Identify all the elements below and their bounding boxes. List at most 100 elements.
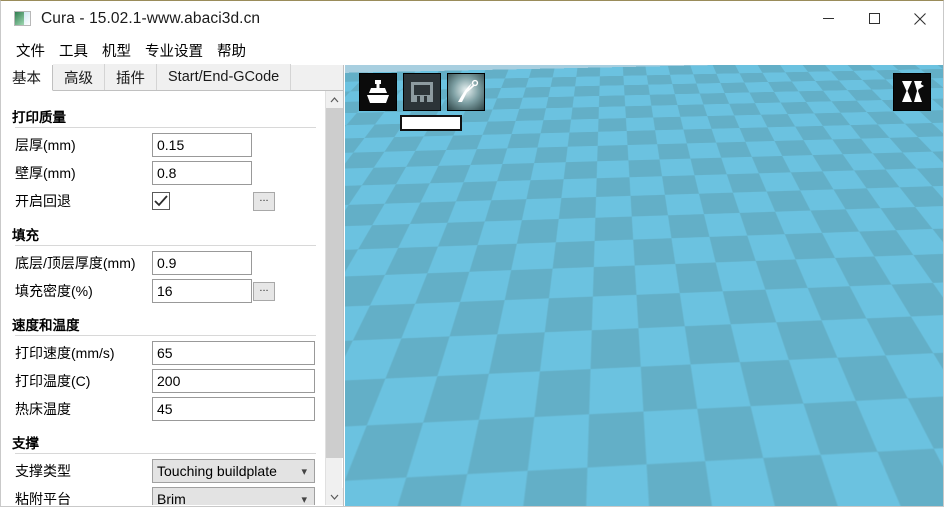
group-rule	[15, 127, 316, 128]
print-speed-input[interactable]: 65	[152, 341, 315, 365]
tab-start-end-gcode[interactable]: Start/End-GCode	[157, 64, 292, 90]
setting-label-bed-temperature: 热床温度	[15, 401, 71, 417]
setting-row-platform-adhesion: 粘附平台 Brim ▾	[1, 485, 326, 505]
setting-row-print-temperature: 打印温度(C) 200	[1, 367, 326, 395]
setting-control: 45	[152, 397, 315, 421]
setting-control: 16	[152, 279, 252, 303]
setting-row-enable-retraction: 开启回退 ...	[1, 187, 326, 215]
group-title-print-quality: 打印质量	[12, 110, 66, 125]
tab-start-end-gcode-label: Start/End-GCode	[168, 69, 280, 85]
maximize-icon	[868, 13, 880, 24]
shell-thickness-input[interactable]: 0.8	[152, 161, 252, 185]
tab-basic[interactable]: 基本	[1, 65, 53, 91]
checkmark-icon	[154, 195, 168, 207]
close-button[interactable]	[897, 1, 943, 36]
chevron-up-icon	[330, 96, 339, 102]
setting-row-layer-height: 层厚(mm) 0.15	[1, 131, 326, 159]
setting-control: 200	[152, 369, 315, 393]
settings-tabstrip: 基本 高级 插件 Start/End-GCode	[1, 64, 343, 91]
window-controls	[805, 1, 943, 36]
setting-label-enable-retraction: 开启回退	[15, 193, 71, 209]
tab-advanced-label: 高级	[64, 70, 93, 87]
setting-control: 65	[152, 341, 315, 365]
setting-label-layer-height: 层厚(mm)	[15, 137, 76, 153]
3d-model-figure[interactable]	[527, 103, 747, 353]
cura-main-window: Cura - 15.02.1-www.abaci3d.cn 文件 工具 机型 专…	[0, 0, 944, 507]
bottom-top-thickness-input[interactable]: 0.9	[152, 251, 252, 275]
viewport-toolbar	[359, 73, 485, 111]
share-model-button[interactable]	[447, 73, 485, 111]
settings-panel: 基本 高级 插件 Start/End-GCode 打印质量 层厚(mm) 0.1…	[1, 64, 344, 506]
menu-item-machine[interactable]: 机型	[95, 38, 138, 63]
settings-content: 打印质量 层厚(mm) 0.15 壁厚(mm) 0.8 开启回退 ... 填充 …	[1, 91, 326, 505]
model-silhouette-icon	[578, 107, 720, 332]
setting-row-shell-thickness: 壁厚(mm) 0.8	[1, 159, 326, 187]
setting-row-support-type: 支撑类型 Touching buildplate ▾	[1, 457, 326, 485]
scroll-down-button[interactable]	[326, 488, 343, 505]
enable-retraction-checkbox[interactable]	[152, 192, 170, 210]
menu-item-help[interactable]: 帮助	[210, 38, 253, 63]
setting-row-bed-temperature: 热床温度 45	[1, 395, 326, 423]
setting-control: 0.8	[152, 161, 252, 185]
group-title-speed-temperature: 速度和温度	[12, 318, 80, 333]
minimize-button[interactable]	[805, 1, 851, 36]
setting-label-support-type: 支撑类型	[15, 463, 71, 479]
group-rule	[15, 335, 316, 336]
tab-basic-label: 基本	[12, 71, 41, 87]
group-rule	[15, 245, 316, 246]
retraction-options-button[interactable]: ...	[253, 191, 275, 211]
tab-advanced[interactable]: 高级	[53, 64, 105, 90]
chevron-down-icon	[330, 494, 339, 500]
setting-control: 0.9	[152, 251, 252, 275]
fill-density-input[interactable]: 16	[152, 279, 252, 303]
load-model-button[interactable]	[359, 73, 397, 111]
tab-plugins-label: 插件	[116, 70, 145, 87]
fill-density-options-button[interactable]: ...	[253, 281, 275, 301]
setting-label-shell-thickness: 壁厚(mm)	[15, 165, 76, 181]
share-model-icon	[458, 79, 479, 102]
menu-bar: 文件 工具 机型 专业设置 帮助	[1, 37, 943, 64]
setting-label-print-temperature: 打印温度(C)	[15, 373, 91, 389]
setting-control: Brim ▾	[152, 487, 315, 505]
load-model-icon	[367, 80, 389, 103]
setting-row-print-speed: 打印速度(mm/s) 65	[1, 339, 326, 367]
menu-item-tools[interactable]: 工具	[52, 38, 95, 63]
maximize-button[interactable]	[851, 1, 897, 36]
view-mode-button[interactable]	[893, 73, 931, 111]
group-rule	[15, 453, 316, 454]
setting-label-bottom-top-thickness: 底层/顶层厚度(mm)	[15, 255, 136, 271]
group-title-fill: 填充	[12, 228, 39, 243]
setting-label-platform-adhesion: 粘附平台	[15, 491, 71, 505]
tab-plugins[interactable]: 插件	[105, 64, 157, 90]
menu-item-expert-settings[interactable]: 专业设置	[138, 38, 210, 63]
support-type-value: Touching buildplate	[157, 463, 277, 479]
scrollbar-thumb[interactable]	[326, 108, 343, 458]
setting-control: Touching buildplate ▾	[152, 459, 315, 483]
settings-scrollbar[interactable]	[325, 91, 343, 505]
title-bar: Cura - 15.02.1-www.abaci3d.cn	[1, 1, 943, 36]
platform-adhesion-dropdown[interactable]: Brim ▾	[152, 487, 315, 505]
platform-adhesion-value: Brim	[157, 491, 186, 505]
3d-viewport[interactable]	[345, 65, 943, 506]
layer-height-input[interactable]: 0.15	[152, 133, 252, 157]
save-floppy-icon	[411, 82, 433, 102]
chevron-down-icon: ▾	[301, 465, 307, 478]
setting-control: 0.15	[152, 133, 252, 157]
save-toolpath-button[interactable]	[403, 73, 441, 111]
chevron-down-icon: ▾	[301, 493, 307, 506]
setting-row-bottom-top-thickness: 底层/顶层厚度(mm) 0.9	[1, 249, 326, 277]
setting-label-fill-density: 填充密度(%)	[15, 283, 93, 299]
group-title-support: 支撑	[12, 436, 39, 451]
setting-label-print-speed: 打印速度(mm/s)	[15, 345, 115, 361]
cura-app-icon	[14, 11, 31, 26]
window-title: Cura - 15.02.1-www.abaci3d.cn	[41, 9, 261, 27]
menu-item-file[interactable]: 文件	[9, 38, 52, 63]
status-progress-box	[400, 115, 462, 131]
print-temperature-input[interactable]: 200	[152, 369, 315, 393]
scroll-up-button[interactable]	[326, 91, 343, 108]
support-type-dropdown[interactable]: Touching buildplate ▾	[152, 459, 315, 483]
settings-scroll-area: 打印质量 层厚(mm) 0.15 壁厚(mm) 0.8 开启回退 ... 填充 …	[1, 91, 343, 505]
bed-temperature-input[interactable]: 45	[152, 397, 315, 421]
close-icon	[914, 12, 926, 25]
view-mode-icon	[902, 81, 924, 102]
